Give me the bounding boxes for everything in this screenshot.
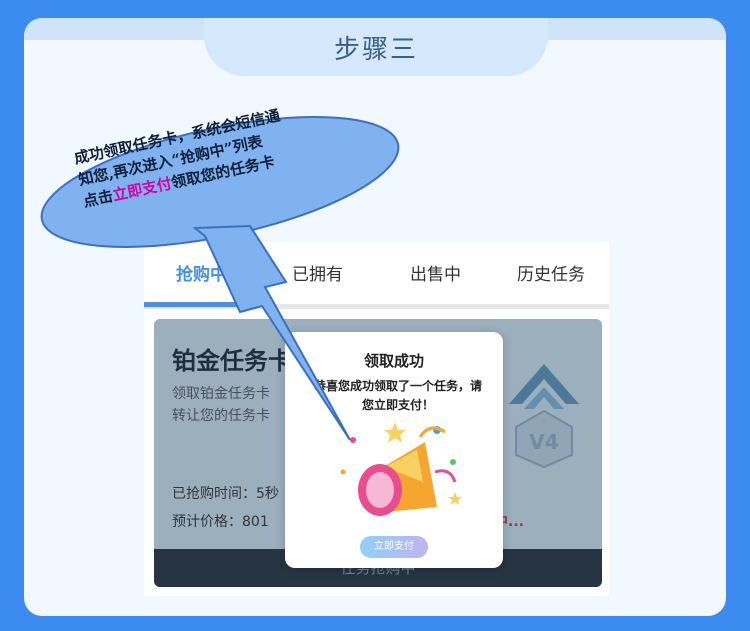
step-title-tab: 步骤三 bbox=[204, 18, 548, 76]
pay-now-button[interactable]: 立即支付 bbox=[360, 536, 428, 558]
party-popper-icon bbox=[340, 422, 462, 516]
success-dialog: 领取成功 恭喜您成功领取了一个任务，请您立即支付！ 立即支付 bbox=[285, 332, 503, 568]
tab-bar: 抢购中 已拥有 出售中 历史任务 bbox=[144, 242, 609, 309]
tab-owned[interactable]: 已拥有 bbox=[292, 260, 343, 285]
tab-selling[interactable]: 出售中 bbox=[410, 260, 461, 285]
dialog-message: 恭喜您成功领取了一个任务，请您立即支付！ bbox=[313, 379, 482, 412]
tab-buying[interactable]: 抢购中 bbox=[176, 260, 227, 285]
tab-history[interactable]: 历史任务 bbox=[517, 260, 585, 285]
dialog-title: 领取成功 bbox=[363, 352, 424, 370]
callout-line3-prefix: 点击 bbox=[81, 186, 115, 211]
active-tab-indicator bbox=[144, 302, 262, 307]
step-title: 步骤三 bbox=[333, 34, 418, 65]
